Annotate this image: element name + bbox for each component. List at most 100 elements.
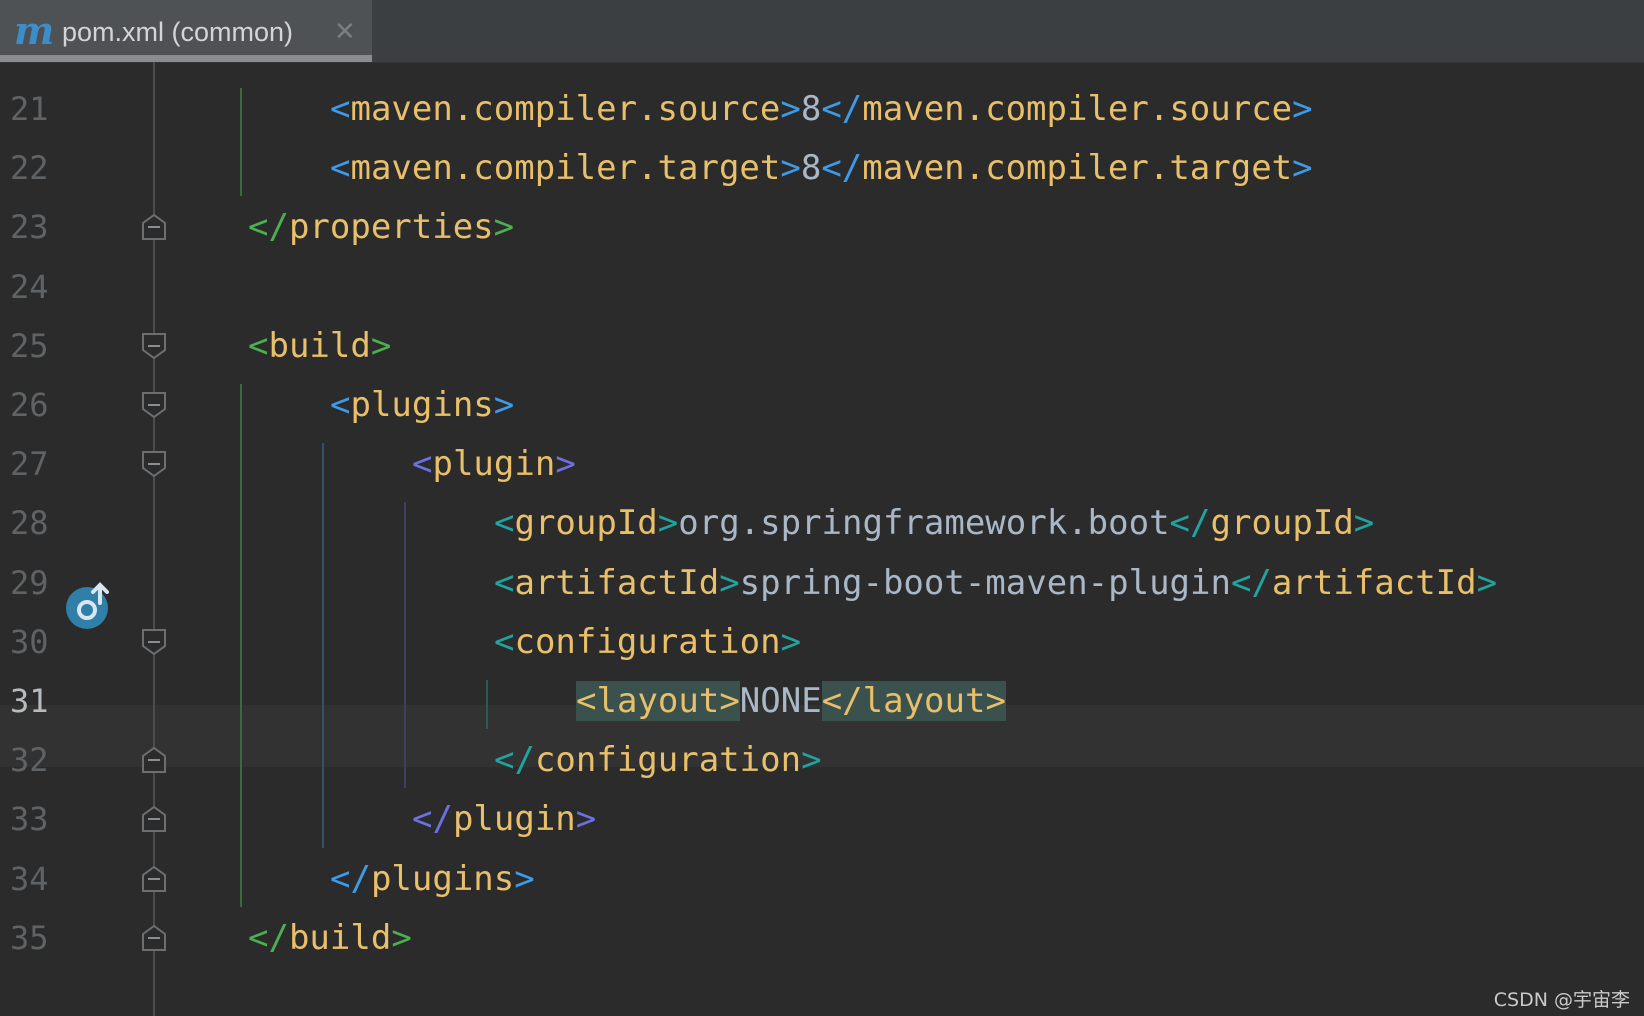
maven-m-icon: m bbox=[14, 8, 55, 53]
tag-bracket: < bbox=[330, 385, 351, 425]
tag-name: layout bbox=[596, 681, 720, 721]
tag-bracket: > bbox=[555, 444, 576, 485]
tag-name: maven.compiler.source bbox=[350, 89, 781, 129]
code-line[interactable]: </plugin> bbox=[412, 788, 596, 850]
line-number: 22 bbox=[10, 149, 49, 188]
tag-bracket: > bbox=[1353, 503, 1375, 544]
active-tab-indicator bbox=[0, 55, 372, 62]
code-line[interactable]: <groupId>org.springframework.boot</group… bbox=[494, 492, 1374, 554]
tag-name: groupId bbox=[1210, 503, 1354, 544]
tag-bracket: > bbox=[1292, 89, 1313, 129]
tag-value: NONE bbox=[739, 681, 822, 721]
line-number: 34 bbox=[10, 859, 49, 898]
code-line[interactable]: </properties> bbox=[248, 196, 514, 258]
tag-bracket: </ bbox=[494, 740, 535, 781]
code-line[interactable]: </build> bbox=[248, 907, 412, 969]
tag-bracket: > bbox=[719, 562, 740, 603]
tag-value: 8 bbox=[800, 148, 822, 189]
code-line[interactable]: <maven.compiler.target>8</maven.compiler… bbox=[330, 137, 1313, 199]
fold-end-icon[interactable] bbox=[141, 865, 167, 893]
code-line[interactable]: <configuration> bbox=[494, 611, 801, 673]
code-line[interactable]: </plugins> bbox=[330, 848, 535, 910]
fold-collapse-icon[interactable] bbox=[141, 332, 167, 360]
run-maven-goal-icon[interactable] bbox=[66, 581, 116, 631]
line-number: 28 bbox=[10, 504, 49, 543]
fold-collapse-icon[interactable] bbox=[141, 450, 167, 478]
tag-bracket: > bbox=[493, 385, 515, 425]
fold-collapse-icon[interactable] bbox=[141, 628, 167, 656]
code-line[interactable]: <layout>NONE</layout> bbox=[576, 670, 1006, 732]
tag-bracket: < bbox=[330, 148, 351, 189]
tag-bracket: > bbox=[1292, 148, 1313, 189]
code-line[interactable]: <maven.compiler.source>8</maven.compiler… bbox=[330, 78, 1313, 140]
tag-bracket: < bbox=[494, 562, 515, 603]
tag-bracket: < bbox=[412, 444, 433, 485]
tag-bracket: </ bbox=[248, 917, 289, 958]
tag-bracket: < bbox=[576, 681, 597, 721]
line-number: 31 bbox=[10, 682, 49, 720]
tag-bracket: > bbox=[575, 799, 597, 840]
tag-bracket: < bbox=[494, 621, 515, 662]
watermark: CSDN @宇宙李 bbox=[1493, 989, 1630, 1011]
tag-name: build bbox=[288, 917, 392, 958]
tag-bracket: </ bbox=[412, 799, 453, 840]
fold-end-icon[interactable] bbox=[141, 924, 167, 952]
indent-guide bbox=[404, 502, 406, 789]
tag-name: layout bbox=[862, 681, 986, 721]
tag-name: plugin bbox=[452, 799, 576, 840]
close-icon[interactable]: ✕ bbox=[334, 14, 356, 50]
indent-guide bbox=[322, 443, 324, 848]
code-line[interactable]: <build> bbox=[248, 315, 391, 377]
line-number: 27 bbox=[10, 445, 49, 484]
code-line[interactable]: <plugins> bbox=[330, 374, 514, 436]
fold-end-icon[interactable] bbox=[141, 805, 167, 833]
tag-bracket: > bbox=[780, 148, 801, 189]
tag-name: configuration bbox=[534, 740, 802, 781]
code-line[interactable]: <plugin> bbox=[412, 433, 576, 495]
tag-name: maven.compiler.target bbox=[862, 148, 1293, 189]
tag-bracket: > bbox=[780, 621, 802, 662]
tag-bracket: </ bbox=[1169, 503, 1211, 544]
code-line[interactable]: </configuration> bbox=[494, 729, 822, 791]
tag-bracket: > bbox=[1476, 562, 1498, 603]
tag-bracket: > bbox=[985, 681, 1006, 721]
line-number: 29 bbox=[10, 563, 49, 602]
tag-bracket: > bbox=[514, 858, 535, 899]
line-number: 25 bbox=[10, 326, 49, 365]
tag-bracket: </ bbox=[330, 858, 371, 899]
code-line[interactable]: <artifactId>spring-boot-maven-plugin</ar… bbox=[494, 552, 1497, 614]
line-number: 33 bbox=[10, 800, 49, 839]
fold-collapse-icon[interactable] bbox=[141, 391, 167, 419]
tag-bracket: < bbox=[330, 89, 351, 129]
line-number: 32 bbox=[10, 741, 49, 780]
line-number: 21 bbox=[10, 90, 49, 128]
tab-label: pom.xml (common) bbox=[62, 17, 294, 47]
tag-bracket: > bbox=[657, 503, 679, 544]
tab-pom-xml[interactable]: m pom.xml (common) ✕ bbox=[0, 0, 372, 62]
tag-value: org.springframework.boot bbox=[678, 503, 1170, 544]
tag-bracket: < bbox=[248, 325, 269, 366]
tag-bracket: > bbox=[719, 681, 740, 721]
tag-name: build bbox=[268, 325, 371, 366]
tag-bracket: </ bbox=[248, 207, 289, 248]
tag-bracket: > bbox=[780, 89, 801, 129]
code-editor[interactable]: 21 22 23 24 25 26 27 28 29 30 31 32 33 34 35 <maven.co… bbox=[0, 62, 1644, 1016]
fold-end-icon[interactable] bbox=[141, 213, 167, 241]
tag-bracket: < bbox=[494, 503, 515, 544]
tag-name: properties bbox=[288, 207, 494, 248]
tag-bracket: > bbox=[801, 740, 822, 781]
tag-bracket: </ bbox=[821, 148, 863, 189]
indent-guide bbox=[240, 88, 242, 197]
line-number: 24 bbox=[10, 267, 49, 306]
tag-bracket: </ bbox=[821, 681, 863, 721]
line-number: 26 bbox=[10, 386, 49, 424]
indent-guide bbox=[486, 680, 488, 730]
editor-tab-bar: m pom.xml (common) ✕ bbox=[0, 0, 1644, 63]
tag-name: maven.compiler.source bbox=[862, 89, 1293, 129]
tag-bracket: > bbox=[391, 917, 412, 958]
tag-name: configuration bbox=[514, 621, 781, 662]
tag-bracket: </ bbox=[1230, 562, 1272, 603]
fold-end-icon[interactable] bbox=[141, 746, 167, 774]
tag-name: plugin bbox=[432, 444, 556, 485]
indent-guide bbox=[240, 384, 242, 907]
